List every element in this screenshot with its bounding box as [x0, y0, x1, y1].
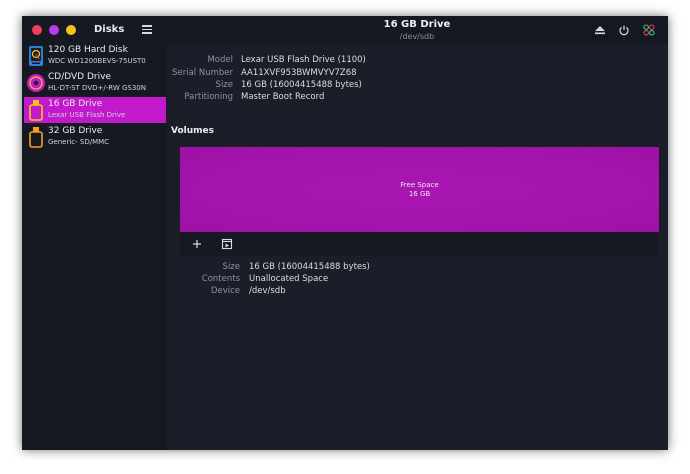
disks-window: Disks 16 GB Drive /dev/sdb 120 GB Hard D… [22, 16, 668, 450]
eject-icon[interactable] [594, 24, 606, 36]
drive-item-32gb[interactable]: 32 GB Drive Generic- SD/MMC [24, 124, 166, 150]
header-bar: Disks 16 GB Drive /dev/sdb [22, 16, 668, 43]
maximize-window-button[interactable] [66, 25, 76, 35]
drive-details: Model Lexar USB Flash Drive (1100) Seria… [167, 43, 668, 450]
partition-options-icon[interactable] [219, 236, 235, 252]
volume-free-space[interactable]: Free Space 16 GB [180, 147, 659, 232]
drive-item-name: 16 GB Drive [48, 99, 103, 109]
drive-item-name: 120 GB Hard Disk [48, 45, 128, 55]
minimize-window-button[interactable] [49, 25, 59, 35]
model-label: Model [207, 55, 233, 65]
app-title: Disks [94, 24, 125, 35]
size-label: Size [215, 80, 233, 90]
add-partition-icon[interactable] [189, 236, 205, 252]
usb-drive-icon [29, 100, 43, 121]
drive-settings-icon[interactable] [643, 24, 655, 36]
drive-item-cd-dvd[interactable]: CD/DVD Drive HL-DT-ST DVD+/-RW GS30N [24, 70, 166, 96]
hamburger-menu-icon[interactable] [142, 25, 152, 34]
size-value: 16 GB (16004415488 bytes) [241, 80, 362, 90]
drive-item-hard-disk[interactable]: 120 GB Hard Disk WDC WD1200BEVS-75UST0 [24, 43, 166, 69]
volume-size: 16 GB [408, 190, 431, 198]
drive-item-name: 32 GB Drive [48, 126, 103, 136]
sidebar-header: Disks [22, 16, 167, 43]
contents-label: Contents [201, 274, 240, 284]
hard-disk-icon [29, 46, 43, 66]
volume-toolbar [180, 232, 659, 256]
volume-size-value: 16 GB (16004415488 bytes) [249, 262, 370, 272]
drive-item-model: HL-DT-ST DVD+/-RW GS30N [48, 84, 146, 92]
serial-label: Serial Number [172, 68, 233, 78]
volumes-heading: Volumes [171, 126, 214, 136]
drive-item-model: Generic- SD/MMC [48, 138, 110, 146]
drive-item-model: WDC WD1200BEVS-75UST0 [48, 57, 146, 65]
partitioning-label: Partitioning [184, 92, 233, 102]
drive-item-model: Lexar USB Flash Drive [48, 111, 126, 119]
drive-item-name: CD/DVD Drive [48, 72, 111, 82]
model-value: Lexar USB Flash Drive (1100) [241, 55, 366, 65]
volume-size-label: Size [222, 262, 240, 272]
partitioning-value: Master Boot Record [241, 92, 325, 102]
power-icon[interactable] [618, 24, 630, 36]
contents-value: Unallocated Space [249, 274, 329, 284]
drive-list: 120 GB Hard Disk WDC WD1200BEVS-75UST0 C… [22, 43, 167, 450]
volume-label: Free Space [400, 181, 439, 189]
drive-item-16gb[interactable]: 16 GB Drive Lexar USB Flash Drive [24, 97, 166, 123]
device-label: Device [210, 286, 240, 296]
usb-drive-icon [29, 127, 43, 148]
window-title: 16 GB Drive /dev/sdb [272, 19, 562, 42]
serial-value: AA11XVF953BWMVYV7Z68 [241, 68, 357, 78]
device-value: /dev/sdb [249, 286, 286, 296]
drive-title: 16 GB Drive [383, 19, 451, 30]
optical-disc-icon [27, 74, 45, 92]
drive-device-path: /dev/sdb [399, 32, 435, 41]
close-window-button[interactable] [32, 25, 42, 35]
